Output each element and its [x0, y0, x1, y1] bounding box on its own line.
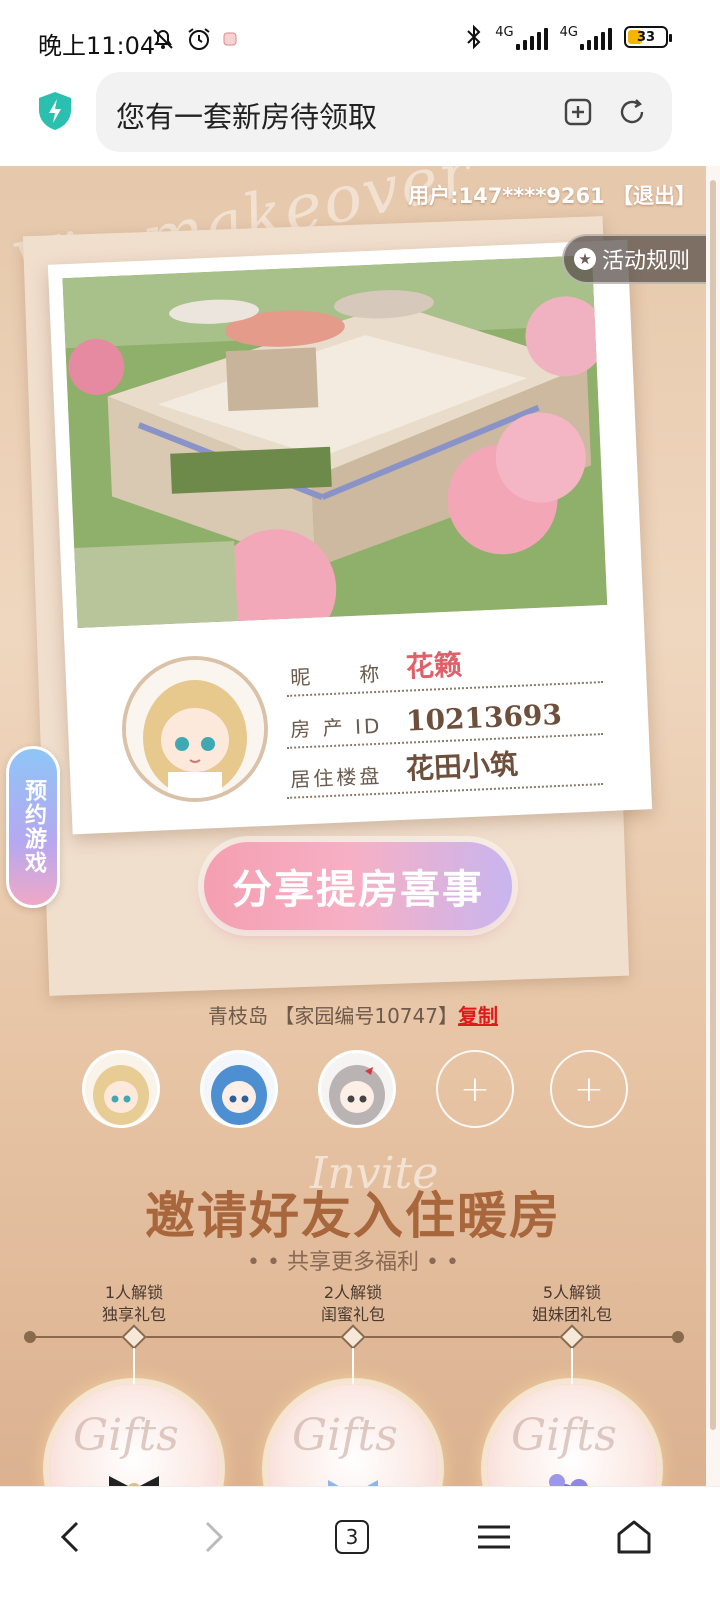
tier-gift: 闺蜜礼包 [320, 1305, 385, 1324]
user-avatar [122, 656, 268, 802]
house-illustration [62, 255, 608, 628]
tier-unlock: 5人解锁 [542, 1283, 602, 1302]
menu-icon [478, 1525, 510, 1549]
refresh-icon[interactable] [616, 96, 648, 128]
home-code-text: 青枝岛 【家园编号10747】 [208, 1004, 458, 1028]
gift-pack-2[interactable]: Gifts [268, 1384, 438, 1486]
blue-bow-icon [328, 1480, 378, 1486]
tier-label: 5人解锁 姐妹团礼包 [502, 1282, 642, 1326]
user-line[interactable]: 用户:147****9261 【退出】 [408, 180, 696, 210]
gift-pack-1[interactable]: Gifts [49, 1384, 219, 1486]
bookmark-add-icon[interactable] [562, 96, 594, 128]
invite-subtitle: • • 共享更多福利 • • [247, 1250, 459, 1275]
copy-link[interactable]: 复制 [458, 1004, 498, 1028]
tier-label: 2人解锁 闺蜜礼包 [283, 1282, 423, 1326]
web-page: Vie makeover 用户:147****9261 【退出】 [0, 166, 706, 1486]
signal-1: 4G [495, 24, 548, 50]
mute-bell-icon [153, 29, 173, 49]
network-type-2: 4G [559, 24, 578, 40]
rules-label: 活动规则 [602, 249, 691, 274]
estate-value: 花田小筑 [405, 747, 519, 786]
nickname-value: 花籁 [405, 648, 463, 684]
tabs-icon: 3 [335, 1520, 369, 1554]
property-id-value: 10213693 [405, 697, 563, 738]
star-icon: ★ [574, 248, 596, 270]
page-title[interactable]: 您有一套新房待领取 [116, 94, 377, 136]
back-icon [60, 1521, 79, 1553]
scrollbar-thumb[interactable] [710, 180, 716, 1430]
address-bar[interactable]: 您有一套新房待领取 [96, 72, 672, 152]
share-button[interactable]: 分享提房喜事 [204, 842, 512, 930]
signal-icon [515, 27, 548, 50]
tier-unlock: 1人解锁 [104, 1283, 164, 1302]
add-friend-button[interactable]: + [550, 1050, 628, 1128]
status-time: 晚上11:04 [38, 32, 156, 60]
friend-avatar-image [85, 1053, 157, 1125]
shield-icon[interactable] [36, 90, 74, 132]
network-type-1: 4G [495, 24, 514, 40]
house-photo [62, 255, 608, 628]
rules-button[interactable]: ★ 活动规则 [562, 234, 706, 284]
browser-toolbar: 您有一套新房待领取 [0, 72, 720, 164]
forward-button[interactable] [184, 1507, 244, 1567]
battery-icon: 33 [624, 26, 672, 48]
tier-gift: 姐妹团礼包 [531, 1305, 612, 1324]
menu-button[interactable] [464, 1507, 524, 1567]
bluetooth-icon [467, 24, 481, 50]
estate-label: 居住楼盘 [289, 763, 383, 792]
alarm-icon [188, 28, 210, 50]
black-bow-icon [109, 1476, 159, 1486]
friend-avatar-image [203, 1053, 275, 1125]
property-id-label: 房 产 ID [289, 713, 383, 742]
invite-title: 邀请好友入住暖房 [145, 1186, 561, 1245]
home-code-line: 青枝岛 【家园编号10747】复制 [0, 1000, 706, 1029]
timeline-node [340, 1324, 366, 1350]
add-friend-button[interactable]: + [436, 1050, 514, 1128]
gift-pack-3[interactable]: Gifts [487, 1384, 657, 1486]
tier-unlock: 2人解锁 [323, 1283, 383, 1302]
timeline-end-dot [24, 1331, 36, 1343]
signal-icon [580, 27, 612, 50]
notification-app-icon [223, 32, 237, 46]
battery-level: 33 [636, 29, 656, 45]
tier-gift: 独享礼包 [101, 1305, 166, 1324]
tier-label: 1人解锁 独享礼包 [64, 1282, 204, 1326]
forward-icon [205, 1521, 224, 1553]
friend-avatar [82, 1050, 160, 1128]
signal-2: 4G [560, 25, 612, 50]
avatar-illustration [126, 660, 264, 798]
flower-icon [549, 1474, 588, 1486]
status-bar: 晚上11:04 4G 4G 33 [0, 0, 720, 72]
timeline-node [121, 1324, 147, 1350]
reserve-game-tab[interactable]: 预约游戏 [6, 746, 60, 908]
timeline-node [559, 1324, 585, 1350]
friend-avatar [318, 1050, 396, 1128]
timeline-end-dot [672, 1331, 684, 1343]
status-icons-left [150, 26, 238, 52]
tabs-button[interactable]: 3 [322, 1507, 382, 1567]
home-icon [617, 1520, 651, 1554]
nickname-label: 昵 称 [289, 661, 383, 690]
status-right: 4G 4G 33 [465, 24, 672, 50]
bottom-navigation: 3 [0, 1486, 720, 1600]
home-button[interactable] [604, 1507, 664, 1567]
friend-avatar-image [321, 1053, 393, 1125]
friend-avatar [200, 1050, 278, 1128]
back-button[interactable] [40, 1507, 100, 1567]
